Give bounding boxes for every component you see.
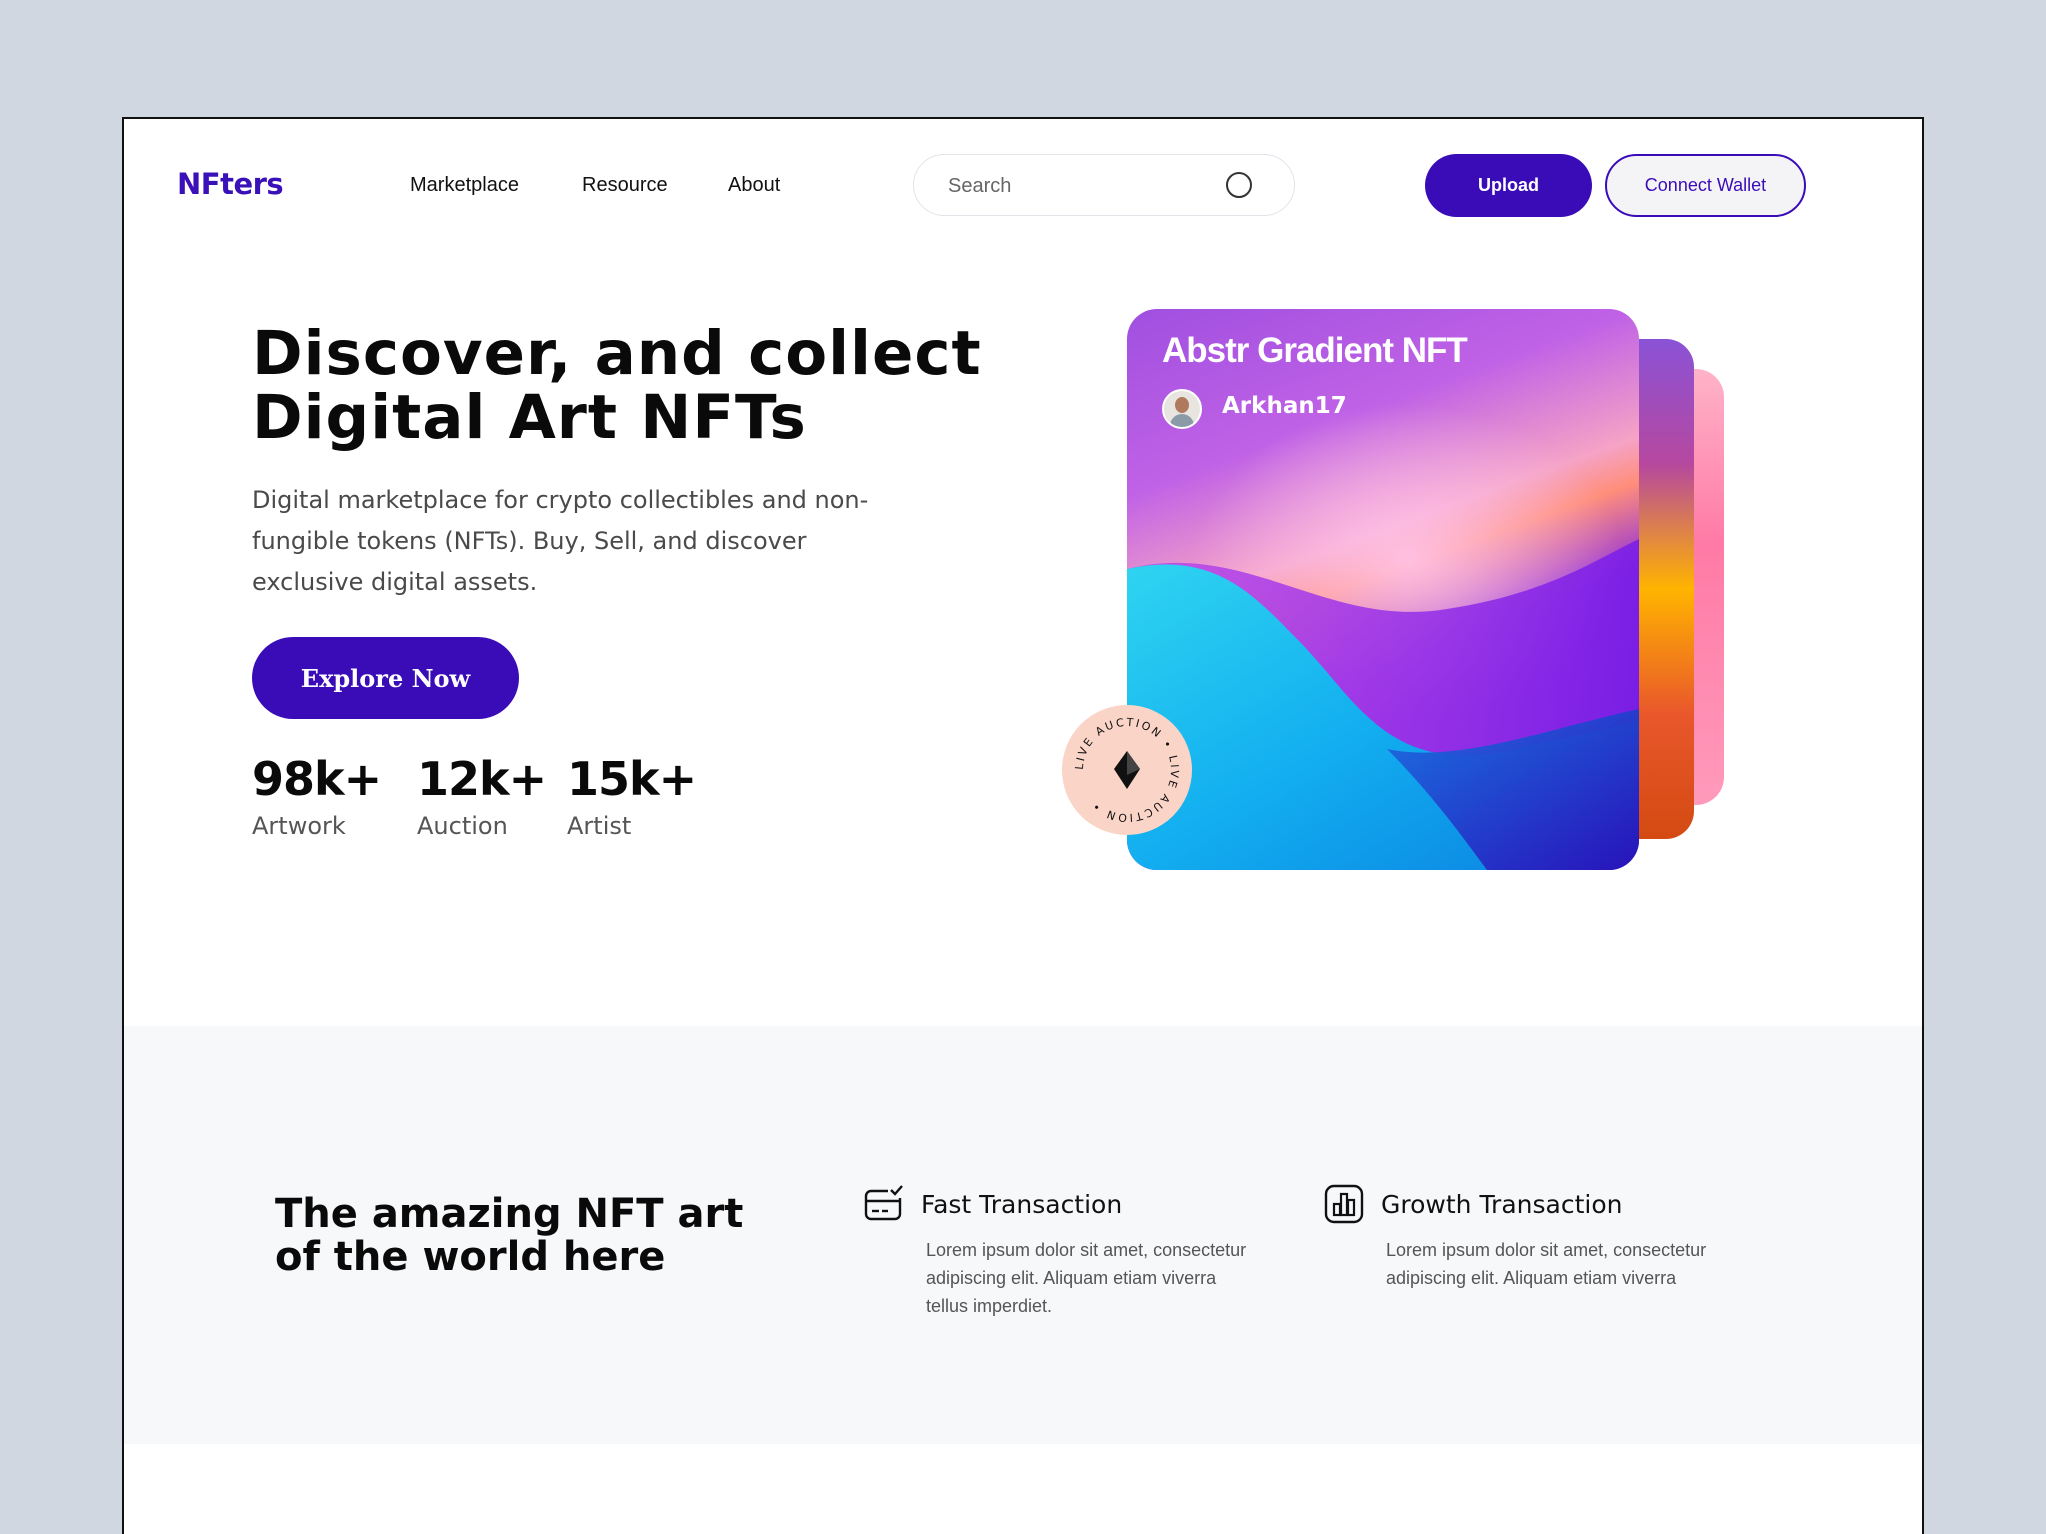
card-check-icon <box>864 1184 904 1221</box>
landing-page: NFters Marketplace Resource About Upload… <box>122 117 1924 1534</box>
stat-value: 98k+ <box>252 752 382 806</box>
hero-title: Discover, and collect Digital Art NFTs <box>252 322 1072 450</box>
stat-label: Artist <box>567 812 632 840</box>
hero-title-line2: Digital Art NFTs <box>252 382 807 453</box>
features-section: The amazing NFT art of the world here Fa… <box>124 1026 1922 1444</box>
explore-now-button[interactable]: Explore Now <box>252 637 519 719</box>
stat-value: 15k+ <box>567 752 697 806</box>
feature-text: Lorem ipsum dolor sit amet, consectetur … <box>926 1240 1247 1316</box>
stat-label: Auction <box>417 812 508 840</box>
stat-label: Artwork <box>252 812 346 840</box>
feature-title: Growth Transaction <box>1381 1190 1623 1219</box>
nft-card-title: Abstr Gradient NFT <box>1162 331 1468 370</box>
nav-resource[interactable]: Resource <box>582 174 668 197</box>
stat-artwork: 98k+ Artwork <box>252 752 382 840</box>
nav-marketplace[interactable]: Marketplace <box>410 174 519 197</box>
features-title-line2: of the world here <box>275 1234 666 1280</box>
upload-button[interactable]: Upload <box>1425 154 1592 217</box>
connect-wallet-button[interactable]: Connect Wallet <box>1605 154 1806 217</box>
search-icon[interactable] <box>1226 172 1252 198</box>
hero-description: Digital marketplace for crypto collectib… <box>252 486 869 596</box>
features-title: The amazing NFT art of the world here <box>275 1193 795 1279</box>
stat-value: 12k+ <box>417 752 547 806</box>
feature-text: Lorem ipsum dolor sit amet, consectetur … <box>1386 1240 1707 1288</box>
feature-title: Fast Transaction <box>921 1190 1123 1219</box>
nft-card[interactable]: Abstr Gradient NFT Arkhan17 <box>1127 309 1639 870</box>
ethereum-icon <box>1114 751 1140 789</box>
bar-chart-icon <box>1324 1184 1364 1224</box>
search-box <box>913 154 1295 216</box>
search-input[interactable] <box>946 169 1210 203</box>
stat-auction: 12k+ Auction <box>417 752 547 840</box>
logo[interactable]: NFters <box>177 167 284 201</box>
avatar[interactable] <box>1162 389 1202 429</box>
features-title-line1: The amazing NFT art <box>275 1191 744 1237</box>
nft-card-artwork <box>1127 539 1639 870</box>
nft-card-author[interactable]: Arkhan17 <box>1222 393 1347 419</box>
nav-about[interactable]: About <box>728 174 780 197</box>
hero-title-line1: Discover, and collect <box>252 318 982 389</box>
stat-artist: 15k+ Artist <box>567 752 697 840</box>
live-auction-badge[interactable]: LIVE AUCTION • LIVE AUCTION • <box>1062 705 1192 835</box>
